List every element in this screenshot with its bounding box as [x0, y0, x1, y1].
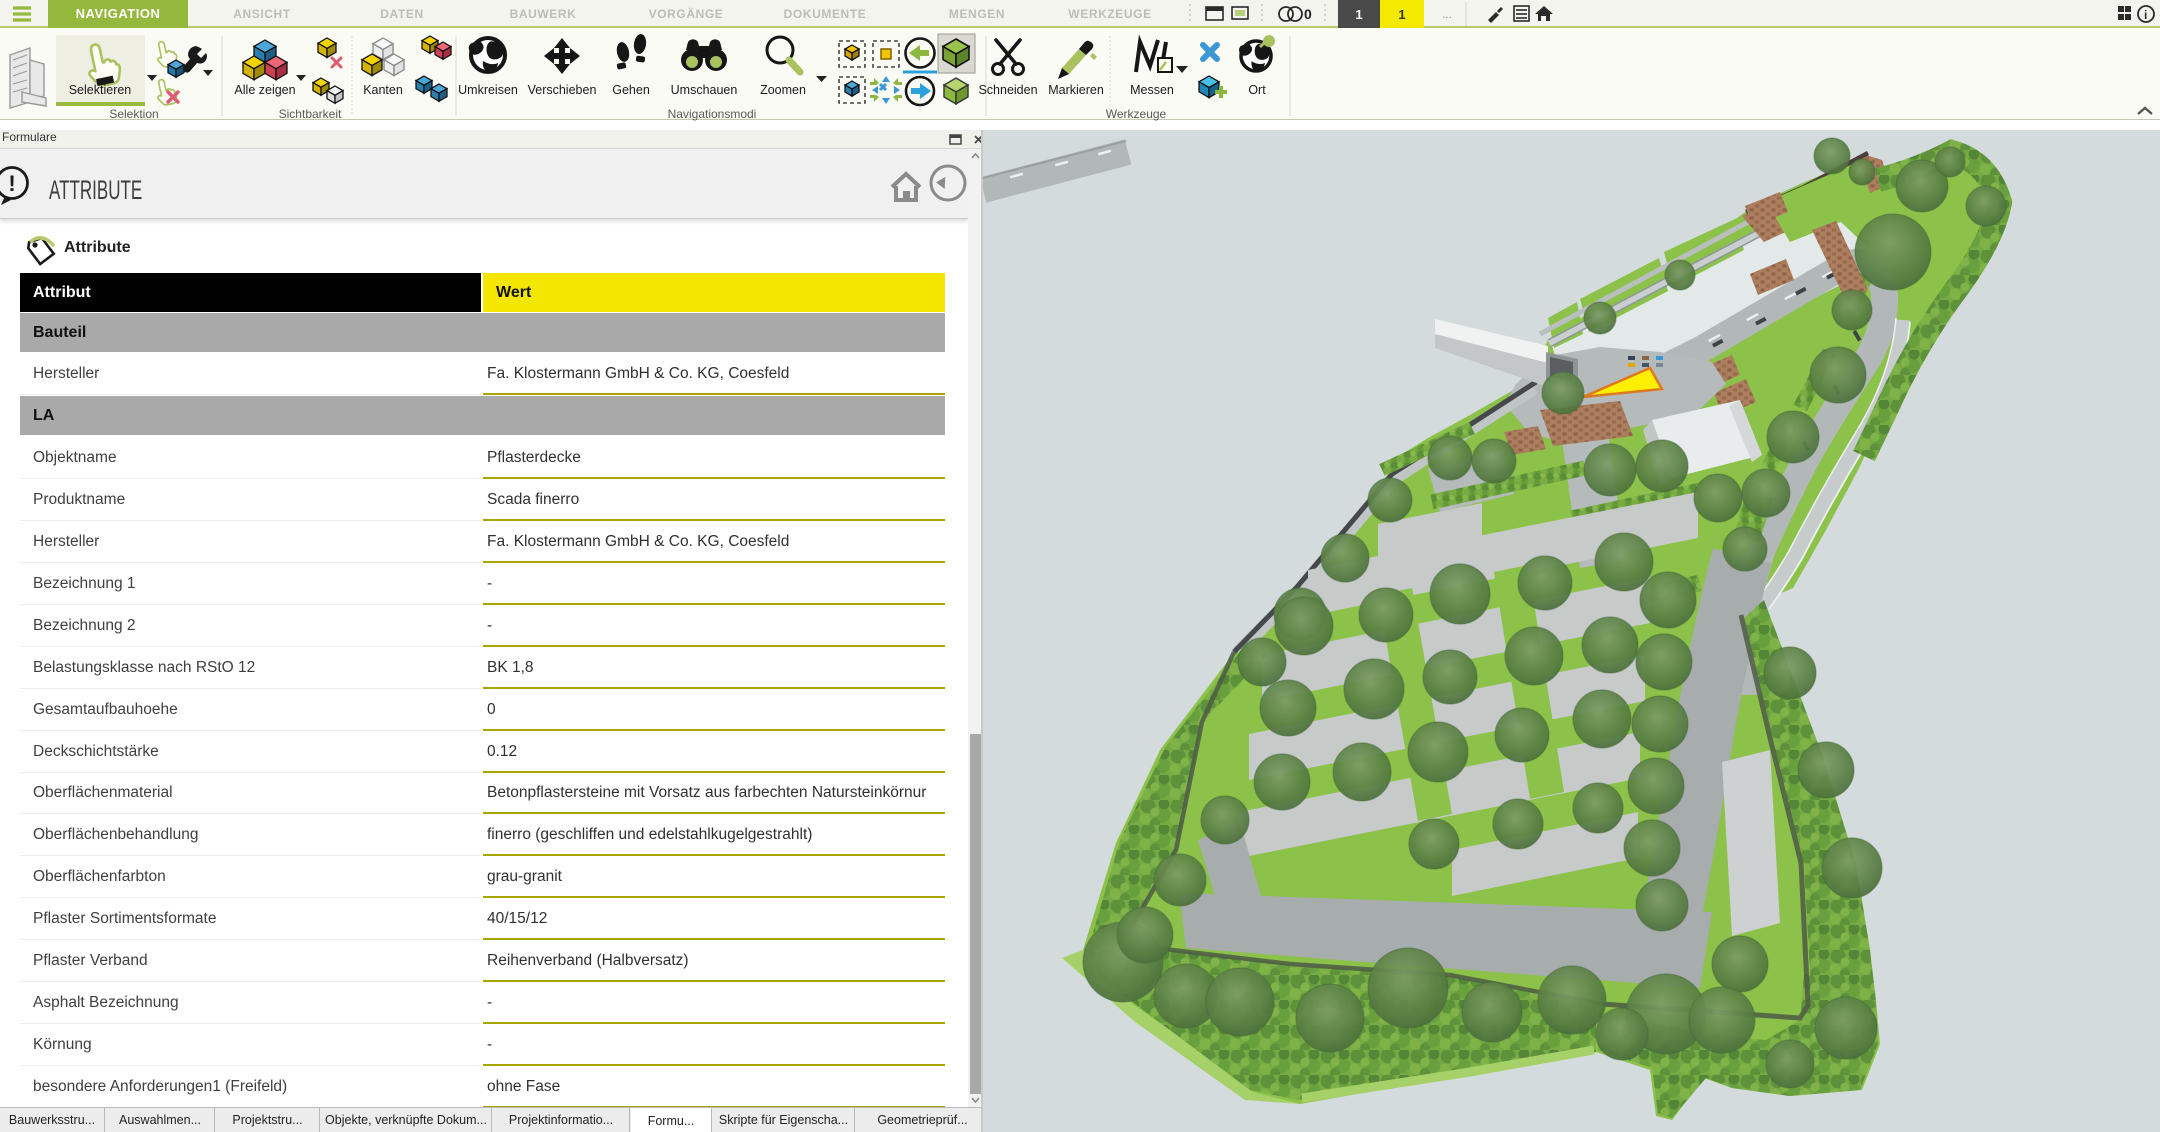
svg-text:Verschieben: Verschieben — [528, 83, 597, 97]
svg-text:Werkzeuge: Werkzeuge — [1106, 107, 1167, 121]
svg-text:Messen: Messen — [1130, 83, 1174, 97]
svg-text:Sichtbarkeit: Sichtbarkeit — [279, 107, 342, 121]
svg-text:Schneiden: Schneiden — [978, 83, 1037, 97]
svg-text:Selektion: Selektion — [109, 107, 158, 121]
svg-text:Alle zeigen: Alle zeigen — [234, 83, 295, 97]
svg-text:1: 1 — [1355, 7, 1362, 22]
svg-text:Umschauen: Umschauen — [671, 83, 738, 97]
svg-text:Markieren: Markieren — [1048, 83, 1104, 97]
svg-text:Gehen: Gehen — [612, 83, 650, 97]
svg-text:1: 1 — [1398, 7, 1405, 22]
svg-text:0: 0 — [1304, 6, 1312, 22]
svg-text:!: ! — [8, 171, 15, 196]
svg-text:...: ... — [1442, 7, 1452, 21]
svg-text:i: i — [2144, 8, 2147, 22]
svg-text:Selektieren: Selektieren — [69, 83, 132, 97]
svg-text:Zoomen: Zoomen — [760, 83, 806, 97]
svg-text:Ort: Ort — [1248, 83, 1266, 97]
svg-text:Navigationsmodi: Navigationsmodi — [668, 107, 757, 121]
svg-text:Umkreisen: Umkreisen — [458, 83, 518, 97]
svg-text:Kanten: Kanten — [363, 83, 403, 97]
